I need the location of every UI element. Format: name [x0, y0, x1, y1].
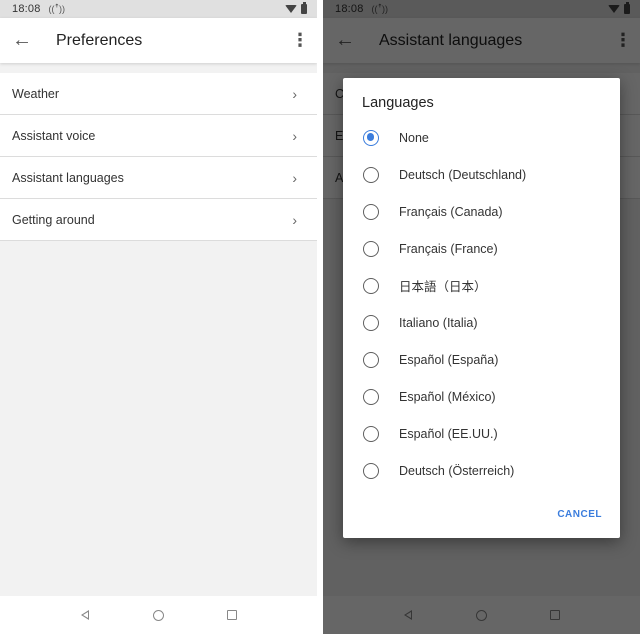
app-bar: ← Preferences ⋮: [0, 18, 317, 63]
language-option-label: Français (Canada): [399, 204, 503, 219]
language-option-label: Italiano (Italia): [399, 315, 478, 330]
nav-home-button[interactable]: [146, 603, 170, 627]
language-option[interactable]: Deutsch (Deutschland): [343, 156, 620, 193]
radio-unchecked-icon[interactable]: [363, 240, 379, 257]
language-option[interactable]: Français (France): [343, 230, 620, 267]
dialog-title: Languages: [362, 95, 434, 111]
battery-icon: [301, 2, 307, 14]
radio-unchecked-icon[interactable]: [363, 314, 379, 331]
language-option[interactable]: 日本語（日本）: [343, 267, 620, 304]
cancel-button[interactable]: CANCEL: [557, 509, 602, 520]
language-option-label: Español (EE.UU.): [399, 426, 498, 441]
home-circle-icon: [152, 609, 164, 621]
back-triangle-icon: [80, 610, 89, 620]
radio-unchecked-icon[interactable]: [363, 277, 379, 294]
list-item-label: Getting around: [12, 212, 95, 227]
list-item-label: Assistant languages: [12, 170, 124, 185]
page-title: Preferences: [56, 31, 143, 49]
back-arrow-icon[interactable]: ←: [0, 19, 44, 63]
language-option[interactable]: Deutsch (Österreich): [343, 452, 620, 489]
language-option-label: None: [399, 130, 429, 145]
language-option[interactable]: Français (Canada): [343, 193, 620, 230]
list-item-assistant-voice[interactable]: Assistant voice ›: [0, 115, 317, 157]
radio-unchecked-icon[interactable]: [363, 388, 379, 405]
more-options-icon[interactable]: ⋮: [283, 19, 317, 63]
list-item-getting-around[interactable]: Getting around ›: [0, 199, 317, 241]
list-item-assistant-languages[interactable]: Assistant languages ›: [0, 157, 317, 199]
language-option[interactable]: Italiano (Italia): [343, 304, 620, 341]
radio-checked-icon[interactable]: [363, 129, 379, 146]
language-option-label: 日本語（日本）: [399, 280, 487, 294]
language-option-label: Deutsch (Deutschland): [399, 167, 527, 182]
radio-unchecked-icon[interactable]: [363, 462, 379, 479]
language-option-label: Español (México): [399, 389, 496, 404]
nav-recents-button[interactable]: [220, 603, 244, 627]
language-option[interactable]: Español (EE.UU.): [343, 415, 620, 452]
hotspot-icon: ((ꜛ)): [48, 4, 66, 14]
language-option[interactable]: Español (España): [343, 341, 620, 378]
assistant-languages-screen: 18:08 ((ꜛ)) ← Assistant languages ⋮ C E …: [323, 0, 640, 634]
languages-dialog: Languages None Deutsch (Deutschland) Franç…: [343, 78, 620, 538]
language-option[interactable]: None: [343, 119, 620, 156]
status-time: 18:08: [12, 3, 41, 15]
language-option-label: Español (España): [399, 352, 499, 367]
nav-back-button[interactable]: [73, 603, 97, 627]
list-item-label: Weather: [12, 86, 60, 101]
chevron-right-icon: ›: [292, 127, 297, 144]
preferences-screen: 18:08 ((ꜛ)) ← Preferences ⋮ Weather › As…: [0, 0, 317, 634]
chevron-right-icon: ›: [292, 211, 297, 228]
language-option-label: Deutsch (Österreich): [399, 463, 515, 478]
chevron-right-icon: ›: [292, 169, 297, 186]
status-bar: 18:08 ((ꜛ)): [0, 0, 317, 18]
language-options: None Deutsch (Deutschland) Français (Canad…: [343, 119, 620, 489]
preferences-list: Weather › Assistant voice › Assistant la…: [0, 73, 317, 241]
language-option[interactable]: Español (México): [343, 378, 620, 415]
language-option-label: Français (France): [399, 241, 498, 256]
list-item-weather[interactable]: Weather ›: [0, 73, 317, 115]
chevron-right-icon: ›: [292, 85, 297, 102]
wifi-icon: [285, 5, 297, 13]
navigation-bar: [0, 596, 317, 634]
list-item-label: Assistant voice: [12, 128, 96, 143]
radio-unchecked-icon[interactable]: [363, 351, 379, 368]
radio-unchecked-icon[interactable]: [363, 203, 379, 220]
radio-unchecked-icon[interactable]: [363, 166, 379, 183]
radio-unchecked-icon[interactable]: [363, 425, 379, 442]
recents-square-icon: [227, 610, 238, 620]
